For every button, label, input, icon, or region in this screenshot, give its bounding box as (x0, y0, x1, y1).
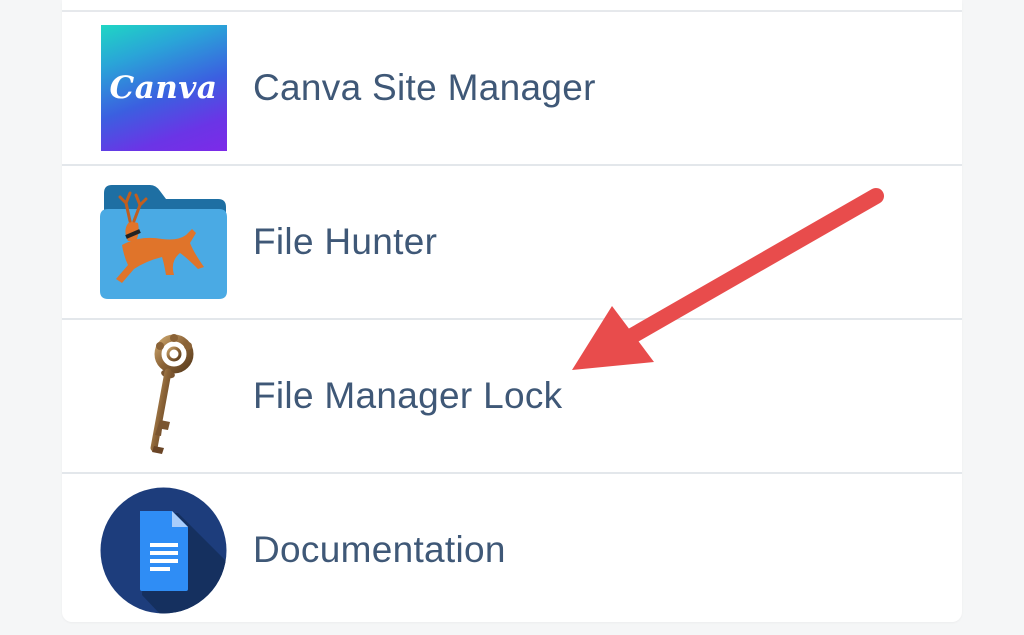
list-item-documentation[interactable]: Documentation (62, 474, 962, 626)
antique-key-icon (100, 333, 227, 460)
list-item-label: Documentation (253, 529, 506, 570)
canva-logo-text: Canva (109, 70, 218, 106)
app-list-card: Canva Canva Site Manager File Hunter Fil… (62, 12, 962, 622)
list-item-file-manager-lock[interactable]: File Manager Lock (62, 320, 962, 474)
canva-logo-icon: Canva (100, 25, 227, 152)
previous-item-edge (62, 0, 962, 12)
list-item-label: File Manager Lock (253, 375, 563, 416)
list-item-label: File Hunter (253, 221, 438, 262)
deer-folder-icon (100, 179, 227, 306)
list-item-file-hunter[interactable]: File Hunter (62, 166, 962, 320)
document-icon (100, 487, 227, 614)
list-item-canva-site-manager[interactable]: Canva Canva Site Manager (62, 12, 962, 166)
list-item-label: Canva Site Manager (253, 67, 596, 108)
